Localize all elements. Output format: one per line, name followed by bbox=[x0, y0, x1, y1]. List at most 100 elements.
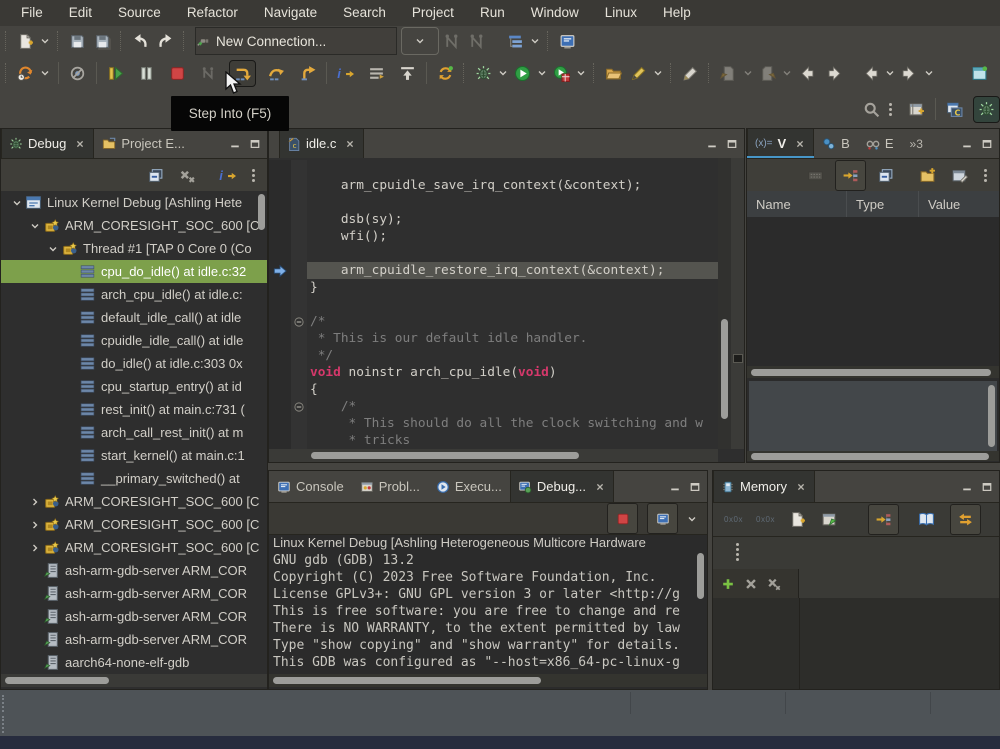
remove-all-monitors-icon[interactable] bbox=[767, 577, 781, 591]
instruction-stepping-toggle[interactable]: i bbox=[215, 163, 240, 188]
redo-button[interactable] bbox=[153, 29, 178, 54]
toolbar-handle[interactable] bbox=[463, 63, 466, 83]
save-button[interactable] bbox=[65, 29, 90, 54]
maximize-icon[interactable] bbox=[981, 481, 993, 493]
toggle-split-pane-button[interactable] bbox=[950, 504, 981, 535]
debug-tree-item[interactable]: ash-arm-gdb-server ARM_COR bbox=[1, 628, 267, 651]
new-wizard-dropdown[interactable] bbox=[38, 29, 52, 54]
new-window-button[interactable] bbox=[967, 61, 992, 86]
tab-memory[interactable]: Memory bbox=[713, 471, 815, 502]
console-vscrollbar[interactable] bbox=[697, 553, 704, 599]
debug-perspective-button[interactable] bbox=[973, 96, 1000, 123]
view-menu[interactable] bbox=[983, 169, 987, 182]
tree-expander-icon[interactable] bbox=[27, 494, 43, 510]
variables-hscrollbar[interactable] bbox=[747, 366, 999, 378]
restart-dropdown[interactable] bbox=[38, 61, 52, 86]
details-vscrollbar[interactable] bbox=[988, 385, 995, 447]
mark-occurrences-dropdown[interactable] bbox=[651, 61, 665, 86]
view-menu[interactable] bbox=[251, 169, 255, 182]
move-to-line-button[interactable] bbox=[395, 61, 420, 86]
new-memory-tab-button[interactable] bbox=[785, 507, 810, 532]
stack-frame[interactable]: cpu_startup_entry() at id bbox=[1, 375, 267, 398]
memory-pane-menu[interactable] bbox=[735, 543, 739, 561]
tree-expander-icon[interactable] bbox=[9, 195, 25, 211]
tab-console[interactable]: Console bbox=[269, 471, 352, 502]
debug-tree-item[interactable]: ARM_CORESIGHT_SOC_600 [C bbox=[1, 513, 267, 536]
stack-frame[interactable]: do_idle() at idle.c:303 0x bbox=[1, 352, 267, 375]
fold-marker-icon[interactable] bbox=[291, 313, 307, 330]
debug-tree-item[interactable]: ARM_CORESIGHT_SOC_600 [C bbox=[1, 490, 267, 513]
remove-all-terminated-button[interactable] bbox=[175, 163, 200, 188]
edit-watch-button[interactable] bbox=[947, 163, 972, 188]
new-wizard-button[interactable] bbox=[13, 29, 38, 54]
show-source-lines-button[interactable] bbox=[364, 61, 389, 86]
step-return-button[interactable] bbox=[295, 61, 320, 86]
open-console-dropdown[interactable] bbox=[685, 506, 699, 531]
outline-view-button[interactable] bbox=[503, 29, 528, 54]
close-icon[interactable] bbox=[344, 138, 356, 150]
editor-vscrollbar[interactable] bbox=[718, 158, 731, 449]
menu-linux[interactable]: Linux bbox=[592, 0, 650, 26]
fold-marker-icon[interactable] bbox=[291, 398, 307, 415]
tab-idle-c[interactable]: idle.c bbox=[279, 129, 364, 158]
menu-project[interactable]: Project bbox=[399, 0, 467, 26]
toolbar-handle[interactable] bbox=[5, 31, 8, 51]
menu-help[interactable]: Help bbox=[650, 0, 704, 26]
editor-overview-ruler[interactable] bbox=[731, 158, 744, 449]
new-watch-button[interactable] bbox=[915, 163, 940, 188]
tab-variables[interactable]: (x)= V bbox=[747, 129, 814, 158]
restart-button[interactable] bbox=[13, 61, 38, 86]
menu-navigate[interactable]: Navigate bbox=[251, 0, 330, 26]
new-rendering-button[interactable] bbox=[914, 507, 939, 532]
debug-launch-dropdown[interactable] bbox=[496, 61, 510, 86]
maximize-icon[interactable] bbox=[689, 481, 701, 493]
menu-search[interactable]: Search bbox=[330, 0, 399, 26]
minimize-icon[interactable] bbox=[706, 138, 718, 150]
forward-history-button[interactable] bbox=[823, 61, 848, 86]
reset-target-button[interactable] bbox=[433, 61, 458, 86]
collapse-all-button[interactable] bbox=[873, 163, 898, 188]
tab-executables[interactable]: Execu... bbox=[428, 471, 510, 502]
maximize-icon[interactable] bbox=[981, 138, 993, 150]
tree-expander-icon[interactable] bbox=[27, 517, 43, 533]
editor-hscrollbar[interactable] bbox=[269, 449, 718, 462]
debug-tree-item[interactable]: ARM_CORESIGHT_SOC_600 [C bbox=[1, 214, 267, 237]
debug-tree-item[interactable]: ash-arm-gdb-server ARM_COR bbox=[1, 605, 267, 628]
close-icon[interactable] bbox=[594, 481, 606, 493]
maximize-icon[interactable] bbox=[726, 138, 738, 150]
open-perspective-button[interactable] bbox=[904, 97, 929, 122]
stack-frame[interactable]: cpu_do_idle() at idle.c:32 bbox=[1, 260, 267, 283]
terminate-console-button[interactable] bbox=[607, 503, 638, 534]
connection-combo[interactable]: New Connection... bbox=[195, 27, 397, 55]
add-monitor-icon[interactable] bbox=[721, 577, 735, 591]
collapse-all-button[interactable] bbox=[143, 163, 168, 188]
suspend-button[interactable] bbox=[134, 61, 159, 86]
debug-tree-item[interactable]: ash-arm-gdb-server ARM_COR bbox=[1, 559, 267, 582]
stack-frame[interactable]: rest_init() at main.c:731 ( bbox=[1, 398, 267, 421]
profile-launch-dropdown[interactable] bbox=[574, 61, 588, 86]
tab-problems[interactable]: Probl... bbox=[352, 471, 428, 502]
toggle-mark-occurrences-button[interactable] bbox=[626, 61, 651, 86]
console-hscrollbar[interactable] bbox=[269, 674, 707, 687]
show-type-names-button[interactable] bbox=[803, 163, 828, 188]
stack-frame[interactable]: default_idle_call() at idle bbox=[1, 306, 267, 329]
terminate-button[interactable] bbox=[165, 61, 190, 86]
menu-file[interactable]: File bbox=[8, 0, 56, 26]
tree-expander-icon[interactable] bbox=[27, 218, 43, 234]
tab-breakpoints[interactable]: B bbox=[814, 129, 858, 158]
details-hscrollbar[interactable] bbox=[747, 451, 999, 461]
code-editor[interactable]: arm_cpuidle_save_irq_context(&context); … bbox=[269, 158, 718, 449]
debug-tree-item[interactable]: Thread #1 [TAP 0 Core 0 (Co bbox=[1, 237, 267, 260]
disconnect-button[interactable] bbox=[196, 61, 221, 86]
variables-table-body[interactable] bbox=[747, 217, 999, 365]
perspective-bar-menu[interactable] bbox=[888, 103, 892, 116]
minimize-icon[interactable] bbox=[229, 138, 241, 150]
skip-node-alt-button[interactable] bbox=[464, 29, 489, 54]
instruction-stepping-button[interactable]: i bbox=[333, 61, 358, 86]
tree-hscrollbar[interactable] bbox=[1, 674, 267, 687]
stack-frame[interactable]: arch_cpu_idle() at idle.c: bbox=[1, 283, 267, 306]
tab-project-explorer[interactable]: Project E... bbox=[94, 129, 193, 158]
column-type[interactable]: Type bbox=[847, 191, 919, 217]
profile-launch-button[interactable] bbox=[549, 61, 574, 86]
menu-refactor[interactable]: Refactor bbox=[174, 0, 251, 26]
